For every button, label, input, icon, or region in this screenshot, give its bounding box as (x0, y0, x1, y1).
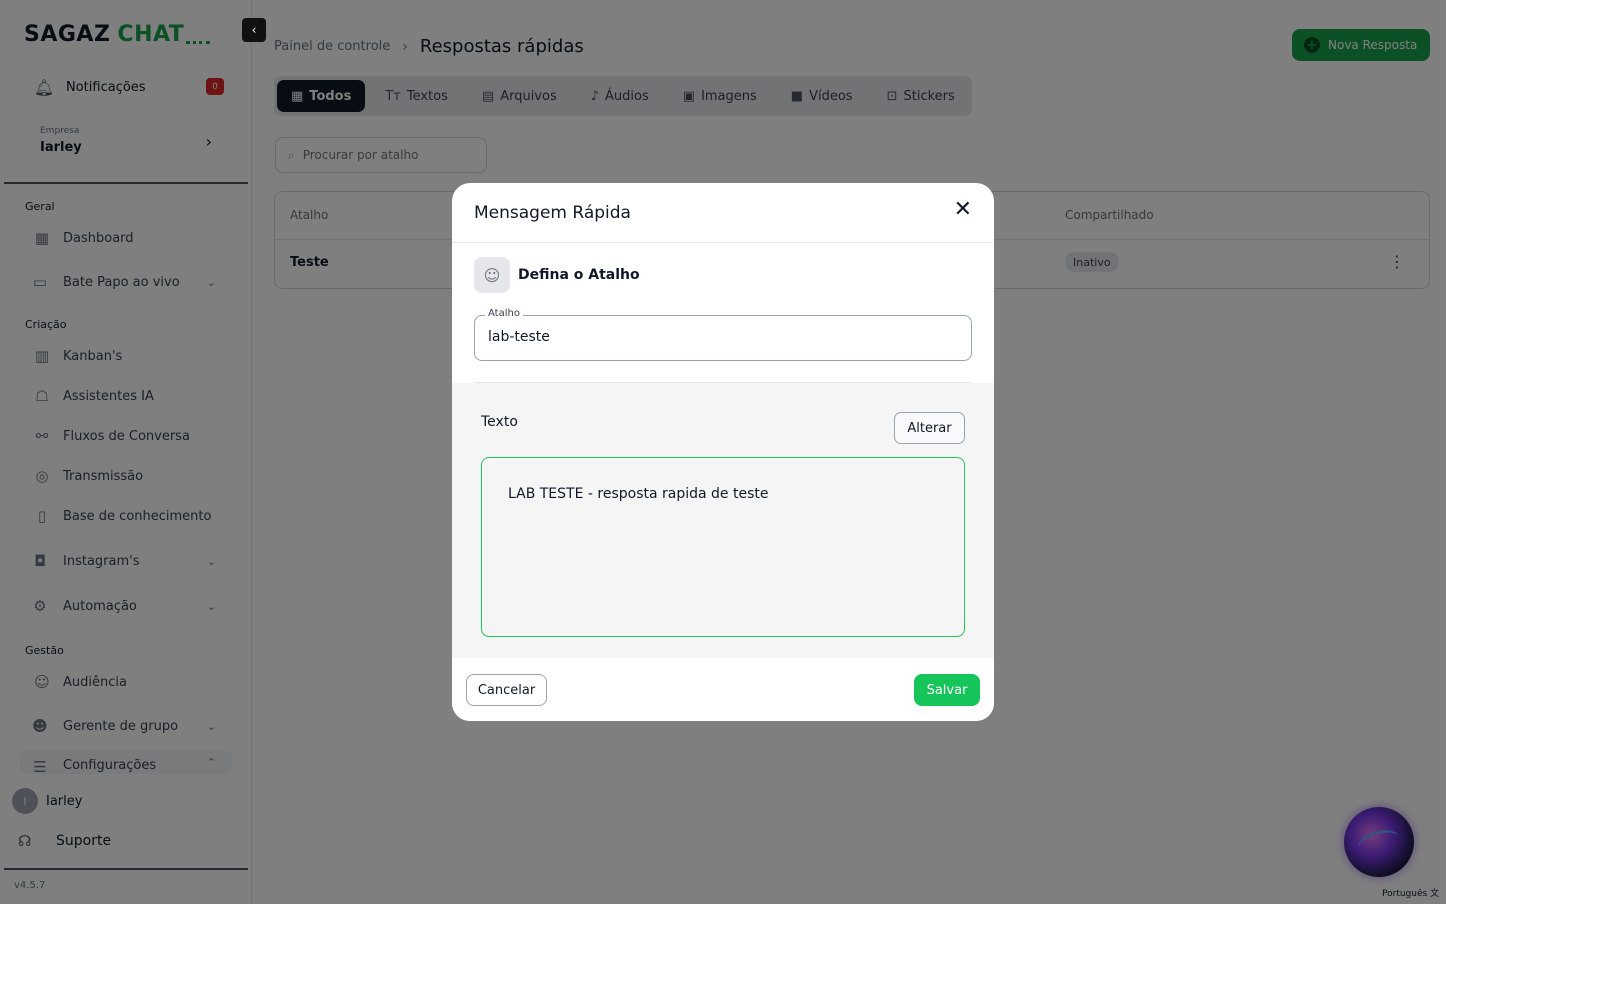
section-title: Defina o Atalho (518, 267, 640, 283)
message-text-area[interactable]: LAB TESTE - resposta rapida de teste (481, 457, 965, 637)
quick-message-dialog: Mensagem Rápida ✕ ☺ Defina o Atalho Atal… (452, 183, 994, 721)
cancel-button[interactable]: Cancelar (466, 674, 547, 706)
dialog-divider (452, 242, 994, 243)
shortcut-field-label: Atalho (485, 308, 523, 319)
shortcut-field: Atalho (474, 308, 972, 361)
app-window: SAGAZ CHAT 🔔︎ Notificações 0 Empresa Iar… (0, 0, 1446, 904)
dialog-title: Mensagem Rápida (474, 203, 631, 223)
change-button[interactable]: Alterar (894, 412, 965, 444)
text-label: Texto (481, 414, 518, 430)
sidebar-collapse-button[interactable]: ‹ (242, 18, 266, 42)
user-icon: ☺ (474, 257, 510, 293)
chevron-left-icon: ‹ (251, 23, 257, 37)
dialog-footer: Cancelar Salvar (452, 658, 994, 721)
shortcut-input[interactable] (488, 329, 948, 345)
close-icon[interactable]: ✕ (954, 197, 972, 222)
save-button[interactable]: Salvar (914, 674, 980, 706)
section-divider (474, 382, 972, 383)
